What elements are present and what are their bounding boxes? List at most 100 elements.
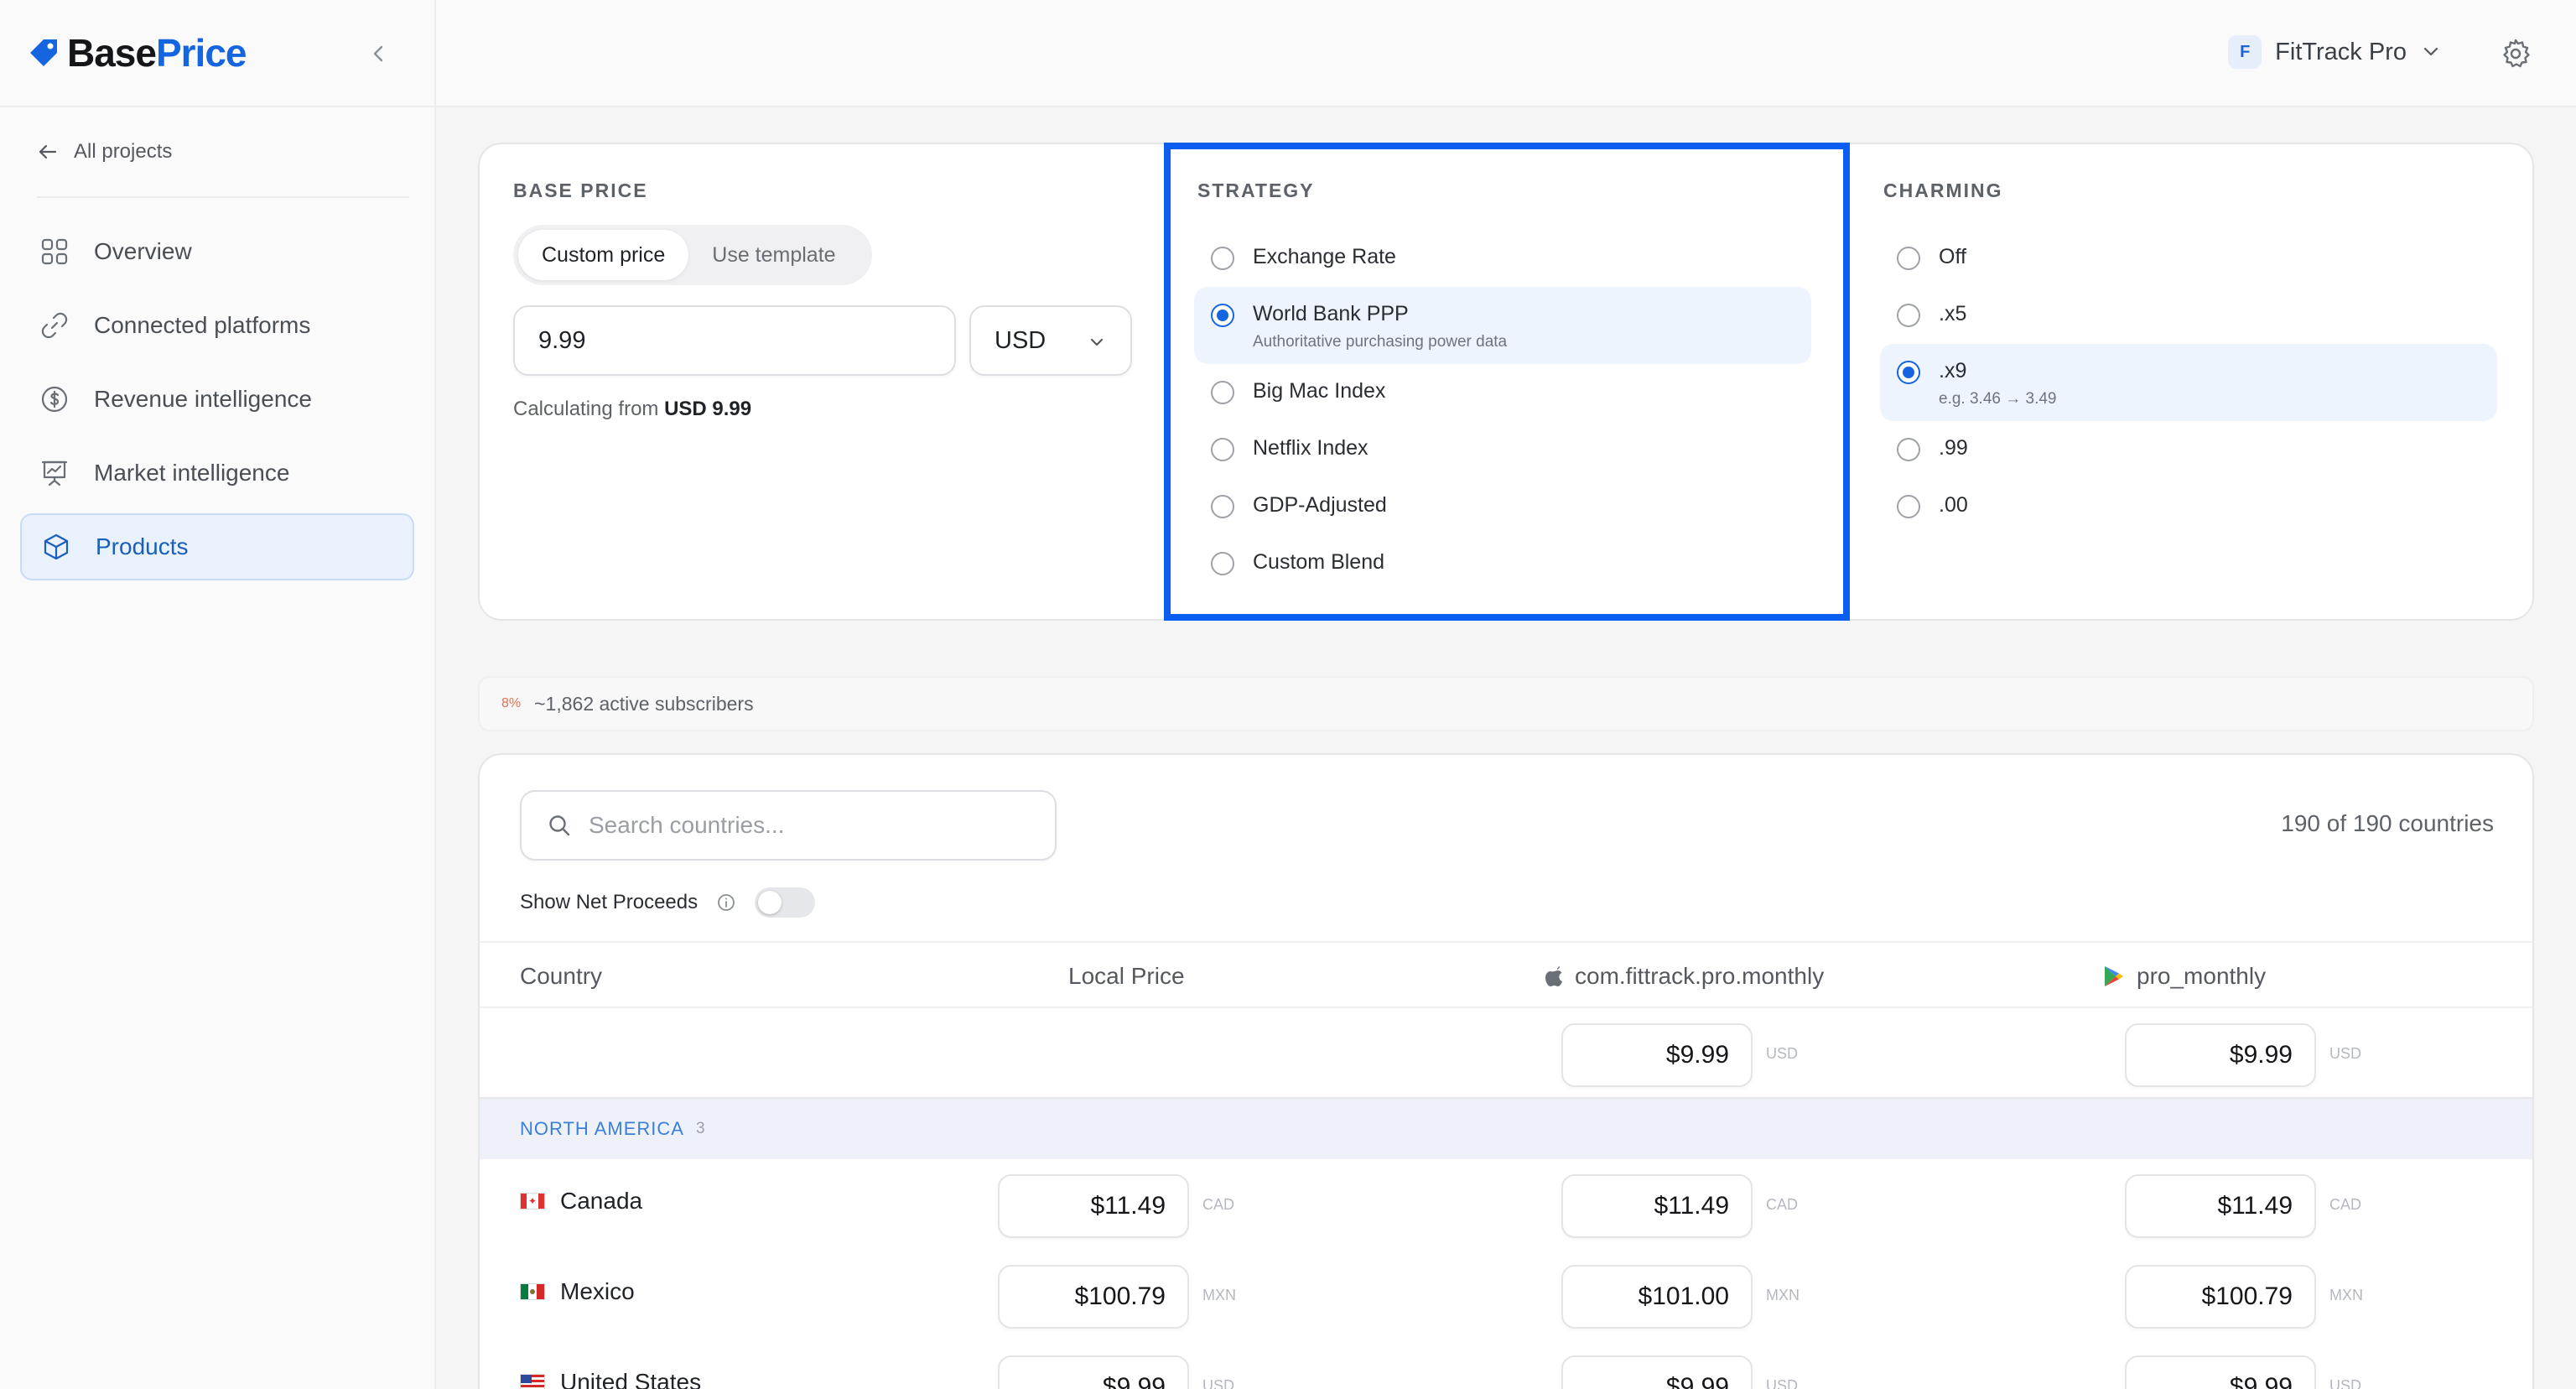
strategy-option-big-mac-index[interactable]: Big Mac Index — [1194, 364, 1811, 421]
sidebar-item-products[interactable]: Products — [20, 513, 414, 580]
base-price-section: BASE PRICE Custom price Use template 9.9… — [480, 144, 1164, 619]
sidebar-item-label: Products — [96, 533, 189, 559]
project-switcher[interactable]: F FitTrack Pro — [2228, 35, 2442, 69]
country-cell: United States — [520, 1369, 701, 1389]
net-proceeds-label: Show Net Proceeds — [520, 891, 699, 913]
subscribers-text: ~1,862 active subscribers — [534, 692, 754, 715]
option-label: Custom Blend — [1253, 550, 1385, 574]
radio-button-selected — [1211, 304, 1234, 327]
gear-icon — [2503, 39, 2530, 68]
currency-code: USD — [1766, 1377, 1799, 1389]
base-price-input[interactable]: 9.99 — [513, 305, 956, 376]
strategy-title: STRATEGY — [1197, 179, 1315, 201]
charming-title: CHARMING — [1883, 179, 2003, 201]
table-row: ✦ Canada $11.49 CAD $11.49 CAD $11.49 CA… — [480, 1159, 2532, 1250]
logo-row: BasePrice — [0, 0, 434, 107]
radio-button-selected — [1897, 361, 1920, 384]
project-name: FitTrack Pro — [2275, 38, 2407, 65]
arrow-left-icon — [39, 144, 57, 159]
sidebar: BasePrice All projects Overview Connecte… — [0, 0, 436, 1389]
google-price-input[interactable]: $9.99 — [2125, 1355, 2316, 1389]
currency-code: USD — [1766, 1045, 1799, 1062]
base-price-row: $9.99 USD $9.99 USD — [480, 1008, 2532, 1099]
search-icon — [549, 815, 570, 836]
search-input[interactable]: Search countries... — [520, 790, 1057, 861]
charming-option-00[interactable]: .00 — [1880, 478, 2497, 535]
apple-base-price-input[interactable]: $9.99 — [1561, 1023, 1753, 1087]
logo-text-base: Base — [67, 31, 157, 75]
charming-option-x9[interactable]: .x9 e.g. 3.46 → 3.49 — [1880, 344, 2497, 421]
currency-code: MXN — [1766, 1287, 1800, 1303]
region-name: NORTH AMERICA — [520, 1118, 684, 1139]
apple-price-input[interactable]: $101.00 — [1561, 1265, 1753, 1329]
local-price-input[interactable]: $100.79 — [998, 1265, 1189, 1329]
option-label: .x5 — [1939, 302, 1967, 325]
country-name: Canada — [560, 1188, 643, 1214]
option-label: GDP-Adjusted — [1253, 493, 1387, 517]
google-base-price-input[interactable]: $9.99 — [2125, 1023, 2316, 1087]
logo[interactable]: BasePrice — [27, 30, 247, 75]
radio-button — [1897, 247, 1920, 270]
tab-use-template[interactable]: Use template — [688, 230, 859, 280]
charming-option-99[interactable]: .99 — [1880, 421, 2497, 478]
option-description: e.g. 3.46 → 3.49 — [1939, 390, 2057, 408]
sidebar-item-market-intelligence[interactable]: Market intelligence — [20, 440, 414, 507]
charming-options: Off .x5 .x9 e.g. 3.46 → 3.49 .99 .00 — [1880, 230, 2497, 535]
mexico-flag-icon — [520, 1283, 545, 1300]
sidebar-item-label: Revenue intelligence — [94, 386, 312, 412]
apple-price-input[interactable]: $9.99 — [1561, 1355, 1753, 1389]
all-projects-label: All projects — [74, 140, 173, 163]
sidebar-nav: Overview Connected platforms Revenue int… — [0, 198, 434, 580]
canada-flag-icon: ✦ — [520, 1193, 545, 1210]
country-count: 190 of 190 countries — [2281, 810, 2494, 836]
apple-icon — [1545, 966, 1562, 986]
google-play-icon — [2105, 966, 2123, 986]
net-proceeds-row: Show Net Proceeds — [520, 887, 816, 918]
option-label: Big Mac Index — [1253, 379, 1386, 403]
region-header-north-america[interactable]: NORTH AMERICA 3 — [480, 1099, 2532, 1159]
dollar-icon — [39, 383, 70, 415]
currency-code: CAD — [2329, 1196, 2362, 1213]
strategy-option-custom-blend[interactable]: Custom Blend — [1194, 535, 1811, 592]
table-row: Mexico $100.79 MXN $101.00 MXN $100.79 M… — [480, 1250, 2532, 1340]
subscribers-percent: 8% — [501, 696, 522, 710]
sidebar-item-label: Connected platforms — [94, 312, 311, 338]
strategy-option-gdp-adjusted[interactable]: GDP-Adjusted — [1194, 478, 1811, 535]
charming-option-off[interactable]: Off — [1880, 230, 2497, 287]
box-icon — [40, 531, 72, 563]
sidebar-item-connected-platforms[interactable]: Connected platforms — [20, 292, 414, 359]
radio-button — [1897, 438, 1920, 461]
strategy-option-world-bank-ppp[interactable]: World Bank PPP Authoritative purchasing … — [1194, 287, 1811, 364]
net-proceeds-toggle[interactable] — [755, 887, 816, 918]
currency-select[interactable]: USD — [969, 305, 1132, 376]
table-header: Country Local Price com.fittrack.pro.mon… — [480, 941, 2532, 1008]
info-icon[interactable] — [716, 892, 736, 913]
apple-price-input[interactable]: $11.49 — [1561, 1174, 1753, 1238]
strategy-option-netflix-index[interactable]: Netflix Index — [1194, 421, 1811, 478]
google-price-input[interactable]: $100.79 — [2125, 1265, 2316, 1329]
currency-code: CAD — [1202, 1196, 1235, 1213]
local-price-input[interactable]: $11.49 — [998, 1174, 1189, 1238]
google-price-input[interactable]: $11.49 — [2125, 1174, 2316, 1238]
option-label: World Bank PPP — [1253, 302, 1409, 325]
radio-button — [1897, 304, 1920, 327]
local-price-input[interactable]: $9.99 — [998, 1355, 1189, 1389]
tab-custom-price[interactable]: Custom price — [518, 230, 689, 280]
charming-section: CHARMING Off .x5 .x9 e.g. 3.46 → 3.49 .9… — [1850, 144, 2536, 619]
currency-code: MXN — [2329, 1287, 2363, 1303]
currency-code: MXN — [1202, 1287, 1236, 1303]
all-projects-link[interactable]: All projects — [37, 107, 409, 198]
option-label: Netflix Index — [1253, 436, 1368, 460]
collapse-sidebar-button[interactable] — [362, 37, 396, 70]
base-price-title: BASE PRICE — [513, 179, 648, 201]
radio-button — [1897, 495, 1920, 518]
strategy-option-exchange-rate[interactable]: Exchange Rate — [1194, 230, 1811, 287]
settings-button[interactable] — [2499, 37, 2532, 70]
option-label: Exchange Rate — [1253, 245, 1396, 268]
country-cell: ✦ Canada — [520, 1188, 642, 1215]
sidebar-item-revenue-intelligence[interactable]: Revenue intelligence — [20, 366, 414, 433]
charming-option-x5[interactable]: .x5 — [1880, 287, 2497, 344]
topbar: F FitTrack Pro — [436, 0, 2576, 107]
sidebar-item-overview[interactable]: Overview — [20, 218, 414, 285]
option-description: Authoritative purchasing power data — [1253, 333, 1508, 351]
